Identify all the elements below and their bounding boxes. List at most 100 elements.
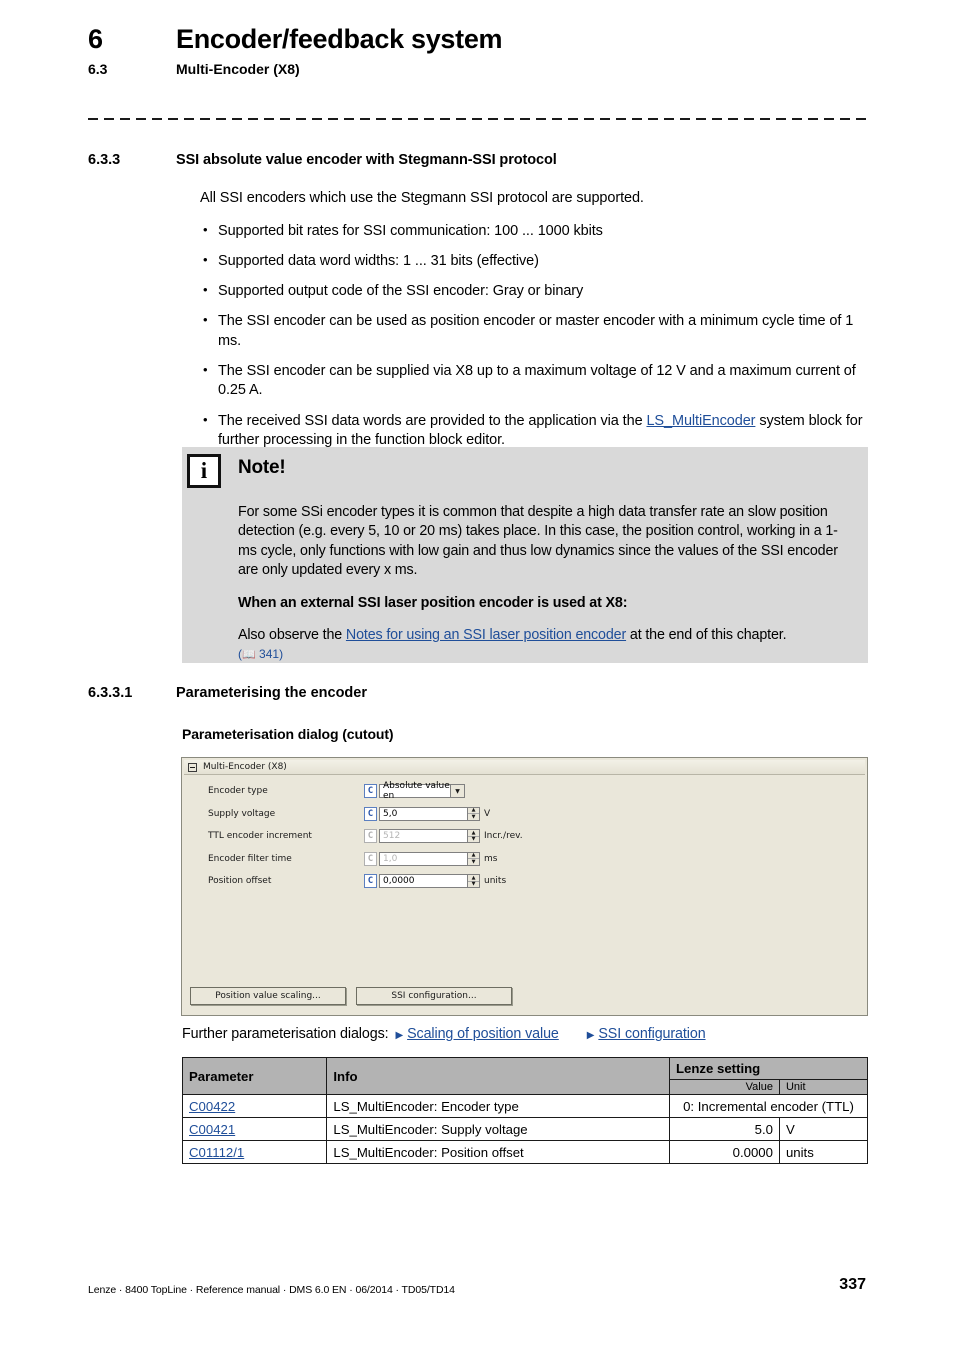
- header-section-title: Multi-Encoder (X8): [176, 61, 300, 77]
- supply-voltage-input[interactable]: 5,0: [379, 806, 467, 821]
- parameter-table: Parameter Info Lenze setting Value Unit …: [181, 1057, 869, 1164]
- encoder-type-select[interactable]: Absolute value en: [379, 781, 451, 801]
- list-item: Supported bit rates for SSI communicatio…: [200, 221, 868, 241]
- parameter-code-link[interactable]: C01112/1: [189, 1145, 244, 1160]
- field-row-position-offset: Position offset C 0,0000 ▲ ▼ units: [182, 870, 867, 893]
- list-item: The SSI encoder can be supplied via X8 u…: [200, 361, 868, 401]
- field-label: Encoder type: [208, 786, 268, 797]
- value-cell: 0: Incremental encoder (TTL): [668, 1094, 869, 1118]
- field-control: C Absolute value en ▼: [364, 781, 465, 801]
- column-header-value: Value: [668, 1079, 780, 1095]
- parameter-cell: C00422: [181, 1094, 328, 1118]
- parameterisation-dialog: Multi-Encoder (X8) Encoder type C Absolu…: [181, 757, 868, 1016]
- spinner-down-icon: ▼: [471, 836, 476, 842]
- field-unit: units: [484, 876, 507, 887]
- spinner-down-icon: ▼: [471, 858, 476, 865]
- field-row-encoder-filter-time: Encoder filter time C 1,0 ▲ ▼ ms: [182, 848, 867, 871]
- parameter-code-link[interactable]: C00422: [189, 1099, 235, 1114]
- column-header-parameter: Parameter: [181, 1057, 328, 1095]
- field-control: C 5,0 ▲ ▼: [364, 806, 480, 821]
- parameter-cell: C01112/1: [181, 1140, 328, 1164]
- sub-subsection-title: Parameterising the encoder: [176, 685, 367, 701]
- position-offset-input[interactable]: 0,0000: [379, 874, 467, 889]
- section-heading-row: 6.3 Multi-Encoder (X8): [88, 61, 868, 77]
- list-item: The SSI encoder can be used as position …: [200, 311, 868, 351]
- subsection-heading: 6.3.3 SSI absolute value encoder with St…: [88, 152, 868, 168]
- value-cell: 5.0: [668, 1117, 780, 1141]
- chevron-down-icon[interactable]: ▼: [451, 784, 465, 799]
- column-header-unit: Unit: [778, 1079, 869, 1095]
- document-page: 6 Encoder/feedback system 6.3 Multi-Enco…: [0, 0, 954, 1350]
- body-content: All SSI encoders which use the Stegmann …: [200, 189, 868, 461]
- code-badge-icon[interactable]: C: [364, 874, 377, 889]
- ssi-laser-notes-link[interactable]: Notes for using an SSI laser position en…: [346, 627, 626, 643]
- page-number: 337: [839, 1276, 866, 1293]
- spinner-down-icon[interactable]: ▼: [468, 882, 479, 888]
- info-icon: i: [187, 454, 221, 488]
- list-item-text-pre: The received SSI data words are provided…: [218, 412, 647, 429]
- field-label: TTL encoder increment: [208, 831, 312, 842]
- spinner-control[interactable]: ▲ ▼: [467, 806, 480, 821]
- subsection-number: 6.3.3: [88, 152, 121, 168]
- table-header-row: Parameter Info Lenze setting: [181, 1057, 869, 1095]
- note-paragraph-3: Also observe the Notes for using an SSI …: [238, 626, 852, 645]
- table-row: C00422 LS_MultiEncoder: Encoder type 0: …: [181, 1094, 869, 1118]
- ssi-configuration-link[interactable]: SSI configuration: [598, 1026, 705, 1042]
- feature-bullet-list: Supported bit rates for SSI communicatio…: [200, 221, 868, 451]
- field-label: Encoder filter time: [208, 853, 292, 864]
- list-item: Supported data word widths: 1 ... 31 bit…: [200, 251, 868, 271]
- note-title: Note!: [238, 457, 286, 478]
- code-badge-icon[interactable]: C: [364, 784, 377, 799]
- table-row: C00421 LS_MultiEncoder: Supply voltage 5…: [181, 1117, 869, 1141]
- header-section-number: 6.3: [88, 61, 108, 77]
- parameter-code-link[interactable]: C00421: [189, 1122, 235, 1137]
- note-body: For some SSi encoder types it is common …: [238, 503, 852, 661]
- unit-cell: V: [778, 1117, 869, 1141]
- spinner-control[interactable]: ▲ ▼: [467, 874, 480, 889]
- field-label: Position offset: [208, 876, 272, 887]
- field-row-ttl-encoder-increment: TTL encoder increment C 512 ▲ ▼ Incr./re…: [182, 825, 867, 848]
- code-badge-icon[interactable]: C: [364, 806, 377, 821]
- spinner-down-icon[interactable]: ▼: [468, 814, 479, 820]
- further-dialogs-label: Further parameterisation dialogs:: [182, 1026, 389, 1042]
- collapse-icon[interactable]: [188, 762, 197, 772]
- table-body: C00422 LS_MultiEncoder: Encoder type 0: …: [181, 1094, 869, 1164]
- position-value-scaling-button[interactable]: Position value scaling...: [190, 987, 346, 1005]
- note-text-post: at the end of this chapter.: [626, 627, 787, 644]
- list-item: The received SSI data words are provided…: [200, 411, 868, 451]
- field-label: Supply voltage: [208, 808, 276, 819]
- dialog-field-list: Encoder type C Absolute value en ▼ Suppl…: [182, 780, 867, 893]
- value-cell: 0.0000: [668, 1140, 780, 1164]
- sub-subsection-heading: 6.3.3.1 Parameterising the encoder: [88, 685, 868, 701]
- unit-cell: units: [778, 1140, 869, 1164]
- code-badge-icon: C: [364, 851, 377, 866]
- field-unit: ms: [484, 853, 498, 864]
- field-row-encoder-type: Encoder type C Absolute value en ▼: [182, 780, 867, 803]
- table-header: Parameter Info Lenze setting Value Unit: [181, 1057, 869, 1095]
- field-unit: V: [484, 808, 491, 819]
- ls-multiencoder-link[interactable]: LS_MultiEncoder: [646, 413, 755, 429]
- chapter-heading-row: 6 Encoder/feedback system: [88, 24, 868, 55]
- note-paragraph-2: When an external SSI laser position enco…: [238, 594, 628, 611]
- book-icon: 📖: [242, 648, 256, 661]
- scaling-of-position-value-link[interactable]: Scaling of position value: [407, 1026, 559, 1042]
- list-item: Supported output code of the SSI encoder…: [200, 281, 868, 301]
- note-text-pre: Also observe the: [238, 627, 346, 644]
- dialog-title: Multi-Encoder (X8): [203, 762, 287, 772]
- header-dashed-rule: [88, 118, 866, 120]
- dialog-button-bar: Position value scaling... SSI configurat…: [190, 987, 512, 1005]
- code-badge-icon: C: [364, 829, 377, 844]
- info-cell: LS_MultiEncoder: Position offset: [326, 1140, 670, 1164]
- page-reference[interactable]: (📖 341): [238, 647, 852, 661]
- parameter-cell: C00421: [181, 1117, 328, 1141]
- spinner-control: ▲ ▼: [467, 851, 480, 866]
- triangle-right-icon: ▶: [586, 1030, 595, 1041]
- triangle-right-icon: ▶: [395, 1030, 404, 1041]
- column-header-info: Info: [326, 1057, 670, 1095]
- intro-paragraph: All SSI encoders which use the Stegmann …: [200, 190, 644, 206]
- chapter-number: 6: [88, 24, 103, 54]
- table-row: C01112/1 LS_MultiEncoder: Position offse…: [181, 1140, 869, 1164]
- ssi-configuration-button[interactable]: SSI configuration...: [356, 987, 512, 1005]
- further-dialogs-row: Further parameterisation dialogs: ▶ Scal…: [182, 1026, 868, 1042]
- dialog-titlebar: Multi-Encoder (X8): [184, 760, 865, 775]
